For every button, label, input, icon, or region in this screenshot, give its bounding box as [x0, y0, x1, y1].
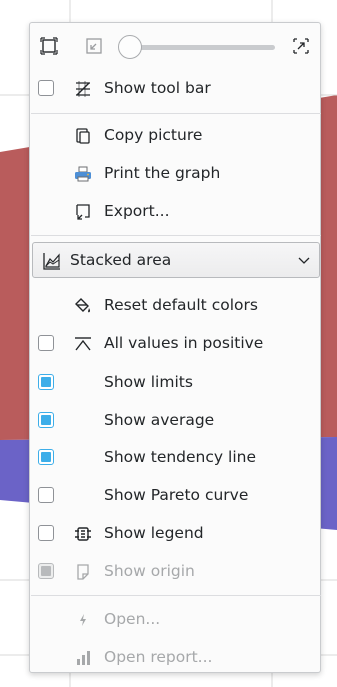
menu-item-reset-colors[interactable]: Reset default colors [30, 289, 320, 323]
menu-item-export[interactable]: Export... [30, 195, 320, 229]
zoom-slider-handle[interactable] [118, 35, 142, 59]
bar-chart-icon [77, 651, 90, 665]
show-tool-bar-checkbox[interactable] [38, 80, 54, 96]
menu-item-show-tool-bar[interactable]: Show tool bar [30, 72, 320, 106]
show-average-label: Show average [104, 411, 215, 429]
export-label: Export... [104, 202, 170, 220]
printer-icon [75, 166, 91, 182]
show-legend-checkbox[interactable] [38, 525, 54, 541]
separator [31, 235, 321, 236]
show-origin-checkbox [38, 563, 54, 579]
show-average-checkbox[interactable] [38, 412, 54, 428]
print-graph-label: Print the graph [104, 164, 221, 182]
copy-picture-label: Copy picture [104, 126, 203, 144]
chart-type-select[interactable]: Stacked area [32, 242, 320, 278]
paint-bucket-icon [75, 298, 91, 313]
show-limits-checkbox[interactable] [38, 374, 54, 390]
chart-type-value: Stacked area [70, 251, 172, 269]
menu-item-show-average[interactable]: Show average [30, 404, 320, 438]
menu-item-show-origin: Show origin [30, 555, 320, 589]
toolbar-icon [76, 81, 90, 97]
menu-item-open-report: Open report... [30, 641, 320, 675]
origin-icon [77, 564, 89, 580]
separator [31, 595, 321, 596]
fit-view-icon[interactable] [38, 35, 60, 57]
copy-icon [76, 128, 90, 144]
all-values-positive-checkbox[interactable] [38, 335, 54, 351]
menu-item-show-pareto[interactable]: Show Pareto curve [30, 479, 320, 513]
lightning-icon [80, 614, 86, 626]
chevron-down-icon [298, 257, 310, 264]
zoom-slider-track[interactable] [125, 45, 275, 50]
area-chart-icon [43, 253, 60, 270]
all-values-positive-label: All values in positive [104, 334, 264, 352]
zoom-in-icon[interactable] [290, 35, 312, 57]
show-tendency-label: Show tendency line [104, 448, 256, 466]
separator [31, 113, 321, 114]
open-label: Open... [104, 610, 161, 628]
reset-colors-label: Reset default colors [104, 296, 258, 314]
show-tendency-checkbox[interactable] [38, 449, 54, 465]
menu-item-all-values-positive[interactable]: All values in positive [30, 327, 320, 361]
menu-item-show-tendency[interactable]: Show tendency line [30, 441, 320, 475]
export-icon [76, 204, 90, 220]
menu-item-print-graph[interactable]: Print the graph [30, 157, 320, 191]
open-report-label: Open report... [104, 648, 213, 666]
show-tool-bar-label: Show tool bar [104, 79, 211, 97]
context-menu: Show tool bar Copy picture Print the gra… [29, 22, 321, 673]
show-limits-label: Show limits [104, 373, 193, 391]
zoom-toolbar [30, 23, 320, 71]
show-origin-label: Show origin [104, 562, 195, 580]
show-pareto-label: Show Pareto curve [104, 486, 249, 504]
legend-icon [75, 527, 91, 541]
absolute-value-icon [75, 337, 91, 351]
menu-item-copy-picture[interactable]: Copy picture [30, 119, 320, 153]
menu-item-show-legend[interactable]: Show legend [30, 517, 320, 551]
zoom-out-icon[interactable] [83, 35, 105, 57]
show-pareto-checkbox[interactable] [38, 487, 54, 503]
show-legend-label: Show legend [104, 524, 204, 542]
menu-item-open: Open... [30, 603, 320, 637]
menu-item-show-limits[interactable]: Show limits [30, 366, 320, 400]
